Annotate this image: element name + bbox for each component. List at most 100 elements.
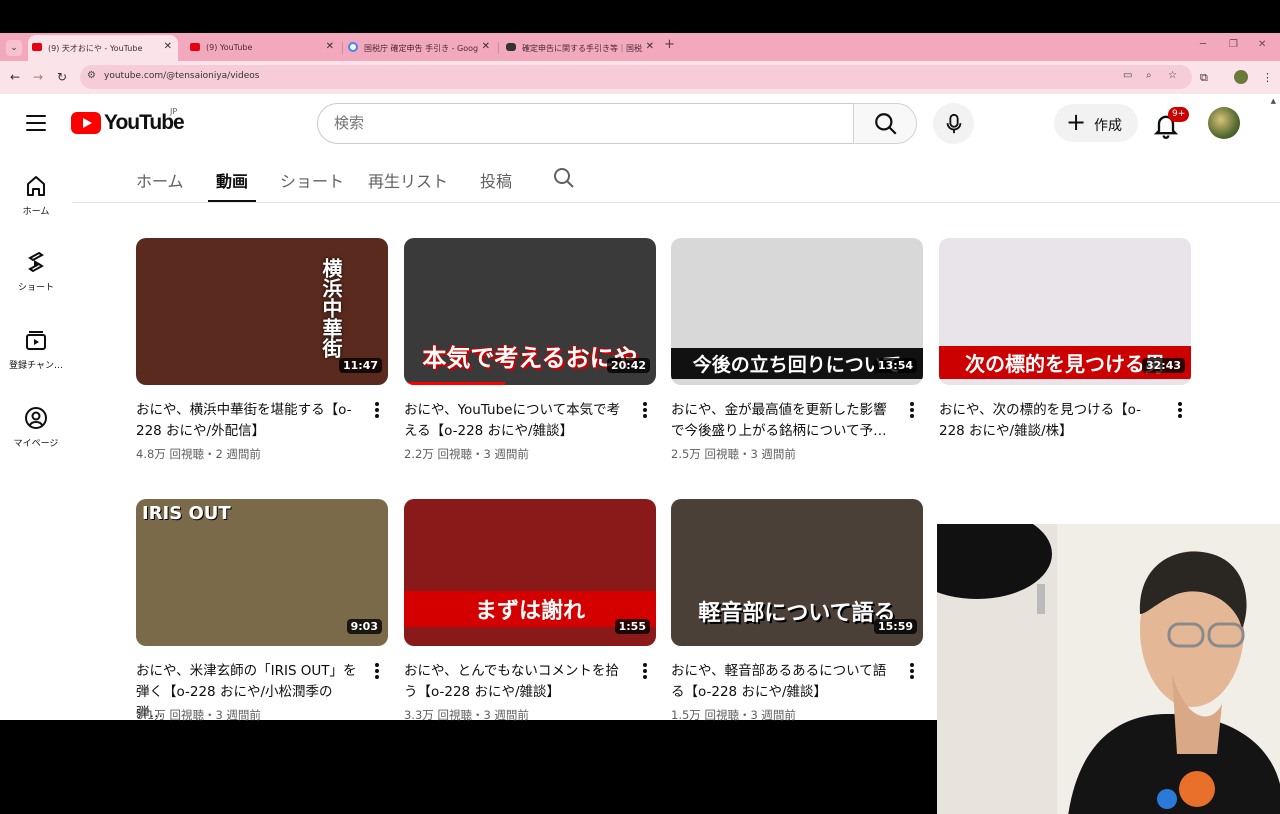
video-thumbnail[interactable]: 軽音部について語る 15:59 (671, 499, 923, 646)
thumbnail-caption: IRIS OUT (142, 503, 231, 524)
plus-icon: + (1066, 108, 1087, 136)
sidebar-item-shorts[interactable]: ショート (0, 250, 72, 293)
video-meta: 2.5万 回視聴・3 週間前 (671, 447, 796, 461)
video-meta: 1.5万 回視聴・3 週間前 (671, 708, 796, 722)
browser-menu-icon[interactable]: ⋮ (1262, 71, 1273, 84)
close-tab-icon[interactable]: ✕ (482, 41, 490, 52)
close-tab-icon[interactable]: ✕ (164, 41, 172, 52)
site-info-icon[interactable]: ⚙ (87, 70, 96, 81)
video-thumbnail[interactable]: 横浜中華街 11:47 (136, 238, 388, 385)
close-tab-icon[interactable]: ✕ (326, 41, 334, 52)
subscriptions-icon (26, 331, 46, 350)
thumbnail-caption: 横浜中華街 (319, 258, 343, 358)
extensions-icon[interactable]: ⧉ (1200, 71, 1208, 85)
tab-divider (498, 42, 499, 54)
more-actions-icon[interactable] (910, 402, 914, 420)
streamer-webcam-image (937, 524, 1280, 814)
site-favicon-icon (506, 43, 516, 51)
hamburger-menu-icon[interactable] (26, 115, 46, 136)
create-button[interactable]: + 作成 (1054, 104, 1138, 142)
search-button[interactable] (853, 103, 917, 144)
video-title[interactable]: おにや、横浜中華街を堪能する【o- 228 おにや/外配信】 (136, 400, 358, 442)
search-input[interactable] (334, 114, 834, 132)
bookmark-star-icon[interactable]: ☆ (1168, 70, 1177, 81)
video-thumbnail[interactable]: IRIS OUT 9:03 (136, 499, 388, 646)
browser-chrome: ⌄ (9) 天才おにや - YouTube ✕ (9) YouTube ✕ 国税… (0, 33, 1280, 94)
duration-badge: 13:54 (873, 358, 917, 373)
more-actions-icon[interactable] (643, 663, 647, 681)
duration-badge: 20:42 (606, 358, 650, 373)
channel-search-icon[interactable] (552, 166, 576, 190)
video-meta: 8.1万 回視聴・3 週間前 (136, 708, 261, 722)
tab-home[interactable]: ホーム (136, 168, 184, 192)
video-meta: 4.8万 回視聴・2 週間前 (136, 447, 261, 461)
zoom-icon[interactable]: ⌕ (1146, 70, 1152, 81)
home-icon (27, 176, 45, 196)
browser-tab-2[interactable]: (9) YouTube ✕ (186, 35, 340, 61)
video-meta: 2.2万 回視聴・3 週間前 (404, 447, 529, 461)
close-window-icon[interactable]: ✕ (1258, 39, 1266, 50)
video-thumbnail[interactable]: 本気で考えるおにや 20:42 (404, 238, 656, 385)
tab-posts[interactable]: 投稿 (480, 168, 512, 192)
video-title[interactable]: おにや、YouTubeについて本気で考 える【o-228 おにや/雑談】 (404, 400, 626, 442)
video-title[interactable]: おにや、とんでもないコメントを拾 う【o-228 おにや/雑談】 (404, 661, 626, 703)
scroll-up-arrow-icon[interactable]: ▲ (1271, 97, 1276, 105)
duration-badge: 11:47 (338, 358, 382, 373)
video-thumbnail[interactable]: まずは謝れ 1:55 (404, 499, 656, 646)
video-thumbnail[interactable]: 今後の立ち回りについて 13:54 (671, 238, 923, 385)
browser-tab-1[interactable]: (9) 天才おにや - YouTube ✕ (28, 35, 178, 61)
youtube-play-icon (71, 112, 101, 134)
more-actions-icon[interactable] (1178, 402, 1182, 420)
account-avatar[interactable] (1208, 107, 1240, 139)
youtube-page: ▲ YouTube JP + 作成 9+ ホーム (0, 94, 1280, 814)
watch-progress-bar (404, 382, 505, 385)
more-actions-icon[interactable] (375, 402, 379, 420)
new-tab-button[interactable]: + (664, 37, 675, 52)
browser-profile-avatar[interactable] (1234, 70, 1248, 84)
search-icon (875, 113, 897, 135)
toolbar: ← → ↻ ⚙ youtube.com/@tensaioniya/videos … (0, 61, 1280, 94)
tab-playlists[interactable]: 再生リスト (368, 168, 448, 192)
shorts-icon (28, 251, 44, 273)
url-text[interactable]: youtube.com/@tensaioniya/videos (104, 71, 259, 81)
forward-icon[interactable]: → (33, 70, 43, 84)
sidebar-item-home[interactable]: ホーム (0, 174, 72, 217)
youtube-favicon-icon (190, 43, 200, 51)
cast-icon[interactable]: ▭ (1123, 70, 1132, 81)
sidebar-item-subscriptions[interactable]: 登録チャン… (0, 328, 72, 371)
video-meta: 3.3万 回視聴・3 週間前 (404, 708, 529, 722)
more-actions-icon[interactable] (375, 663, 379, 681)
google-favicon-icon (348, 42, 358, 52)
webcam-overlay (937, 524, 1280, 814)
tab-shorts[interactable]: ショート (280, 168, 344, 192)
duration-badge: 1:55 (614, 619, 650, 634)
minimize-icon[interactable]: ─ (1200, 39, 1206, 50)
microphone-icon (946, 113, 962, 134)
duration-badge: 9:03 (346, 619, 382, 634)
video-thumbnail[interactable]: 次の標的を見つける男 32:43 (939, 238, 1191, 385)
browser-tab-4[interactable]: 確定申告に関する手引き等｜国税 ✕ (502, 35, 660, 61)
duration-badge: 32:43 (1141, 358, 1185, 373)
video-title[interactable]: おにや、金が最高値を更新した影響 で今後盛り上がる銘柄について予… (671, 400, 893, 442)
tab-search-button[interactable]: ⌄ (6, 40, 22, 56)
video-title[interactable]: おにや、次の標的を見つける【o- 228 おにや/雑談/株】 (939, 400, 1161, 442)
tab-strip: ⌄ (9) 天才おにや - YouTube ✕ (9) YouTube ✕ 国税… (0, 33, 1280, 61)
tab-videos[interactable]: 動画 (216, 168, 248, 192)
maximize-icon[interactable]: ❐ (1229, 39, 1238, 50)
back-icon[interactable]: ← (10, 70, 20, 84)
video-title[interactable]: おにや、軽音部あるあるについて語 る【o-228 おにや/雑談】 (671, 661, 893, 703)
reload-icon[interactable]: ↻ (57, 70, 67, 84)
close-tab-icon[interactable]: ✕ (646, 41, 654, 52)
active-tab-indicator (208, 200, 256, 202)
notification-badge: 9+ (1168, 107, 1190, 122)
sidebar-item-you[interactable]: マイページ (0, 406, 72, 449)
you-icon (25, 407, 47, 429)
address-bar[interactable]: ⚙ youtube.com/@tensaioniya/videos ▭ ⌕ ☆ (80, 65, 1192, 89)
duration-badge: 15:59 (873, 619, 917, 634)
tab-divider (342, 42, 343, 54)
voice-search-button[interactable] (933, 103, 974, 144)
browser-tab-3[interactable]: 国税庁 確定申告 手引き - Goog ✕ (344, 35, 496, 61)
more-actions-icon[interactable] (910, 663, 914, 681)
channel-tabs: ホーム 動画 ショート 再生リスト 投稿 (72, 154, 1280, 203)
more-actions-icon[interactable] (643, 402, 647, 420)
